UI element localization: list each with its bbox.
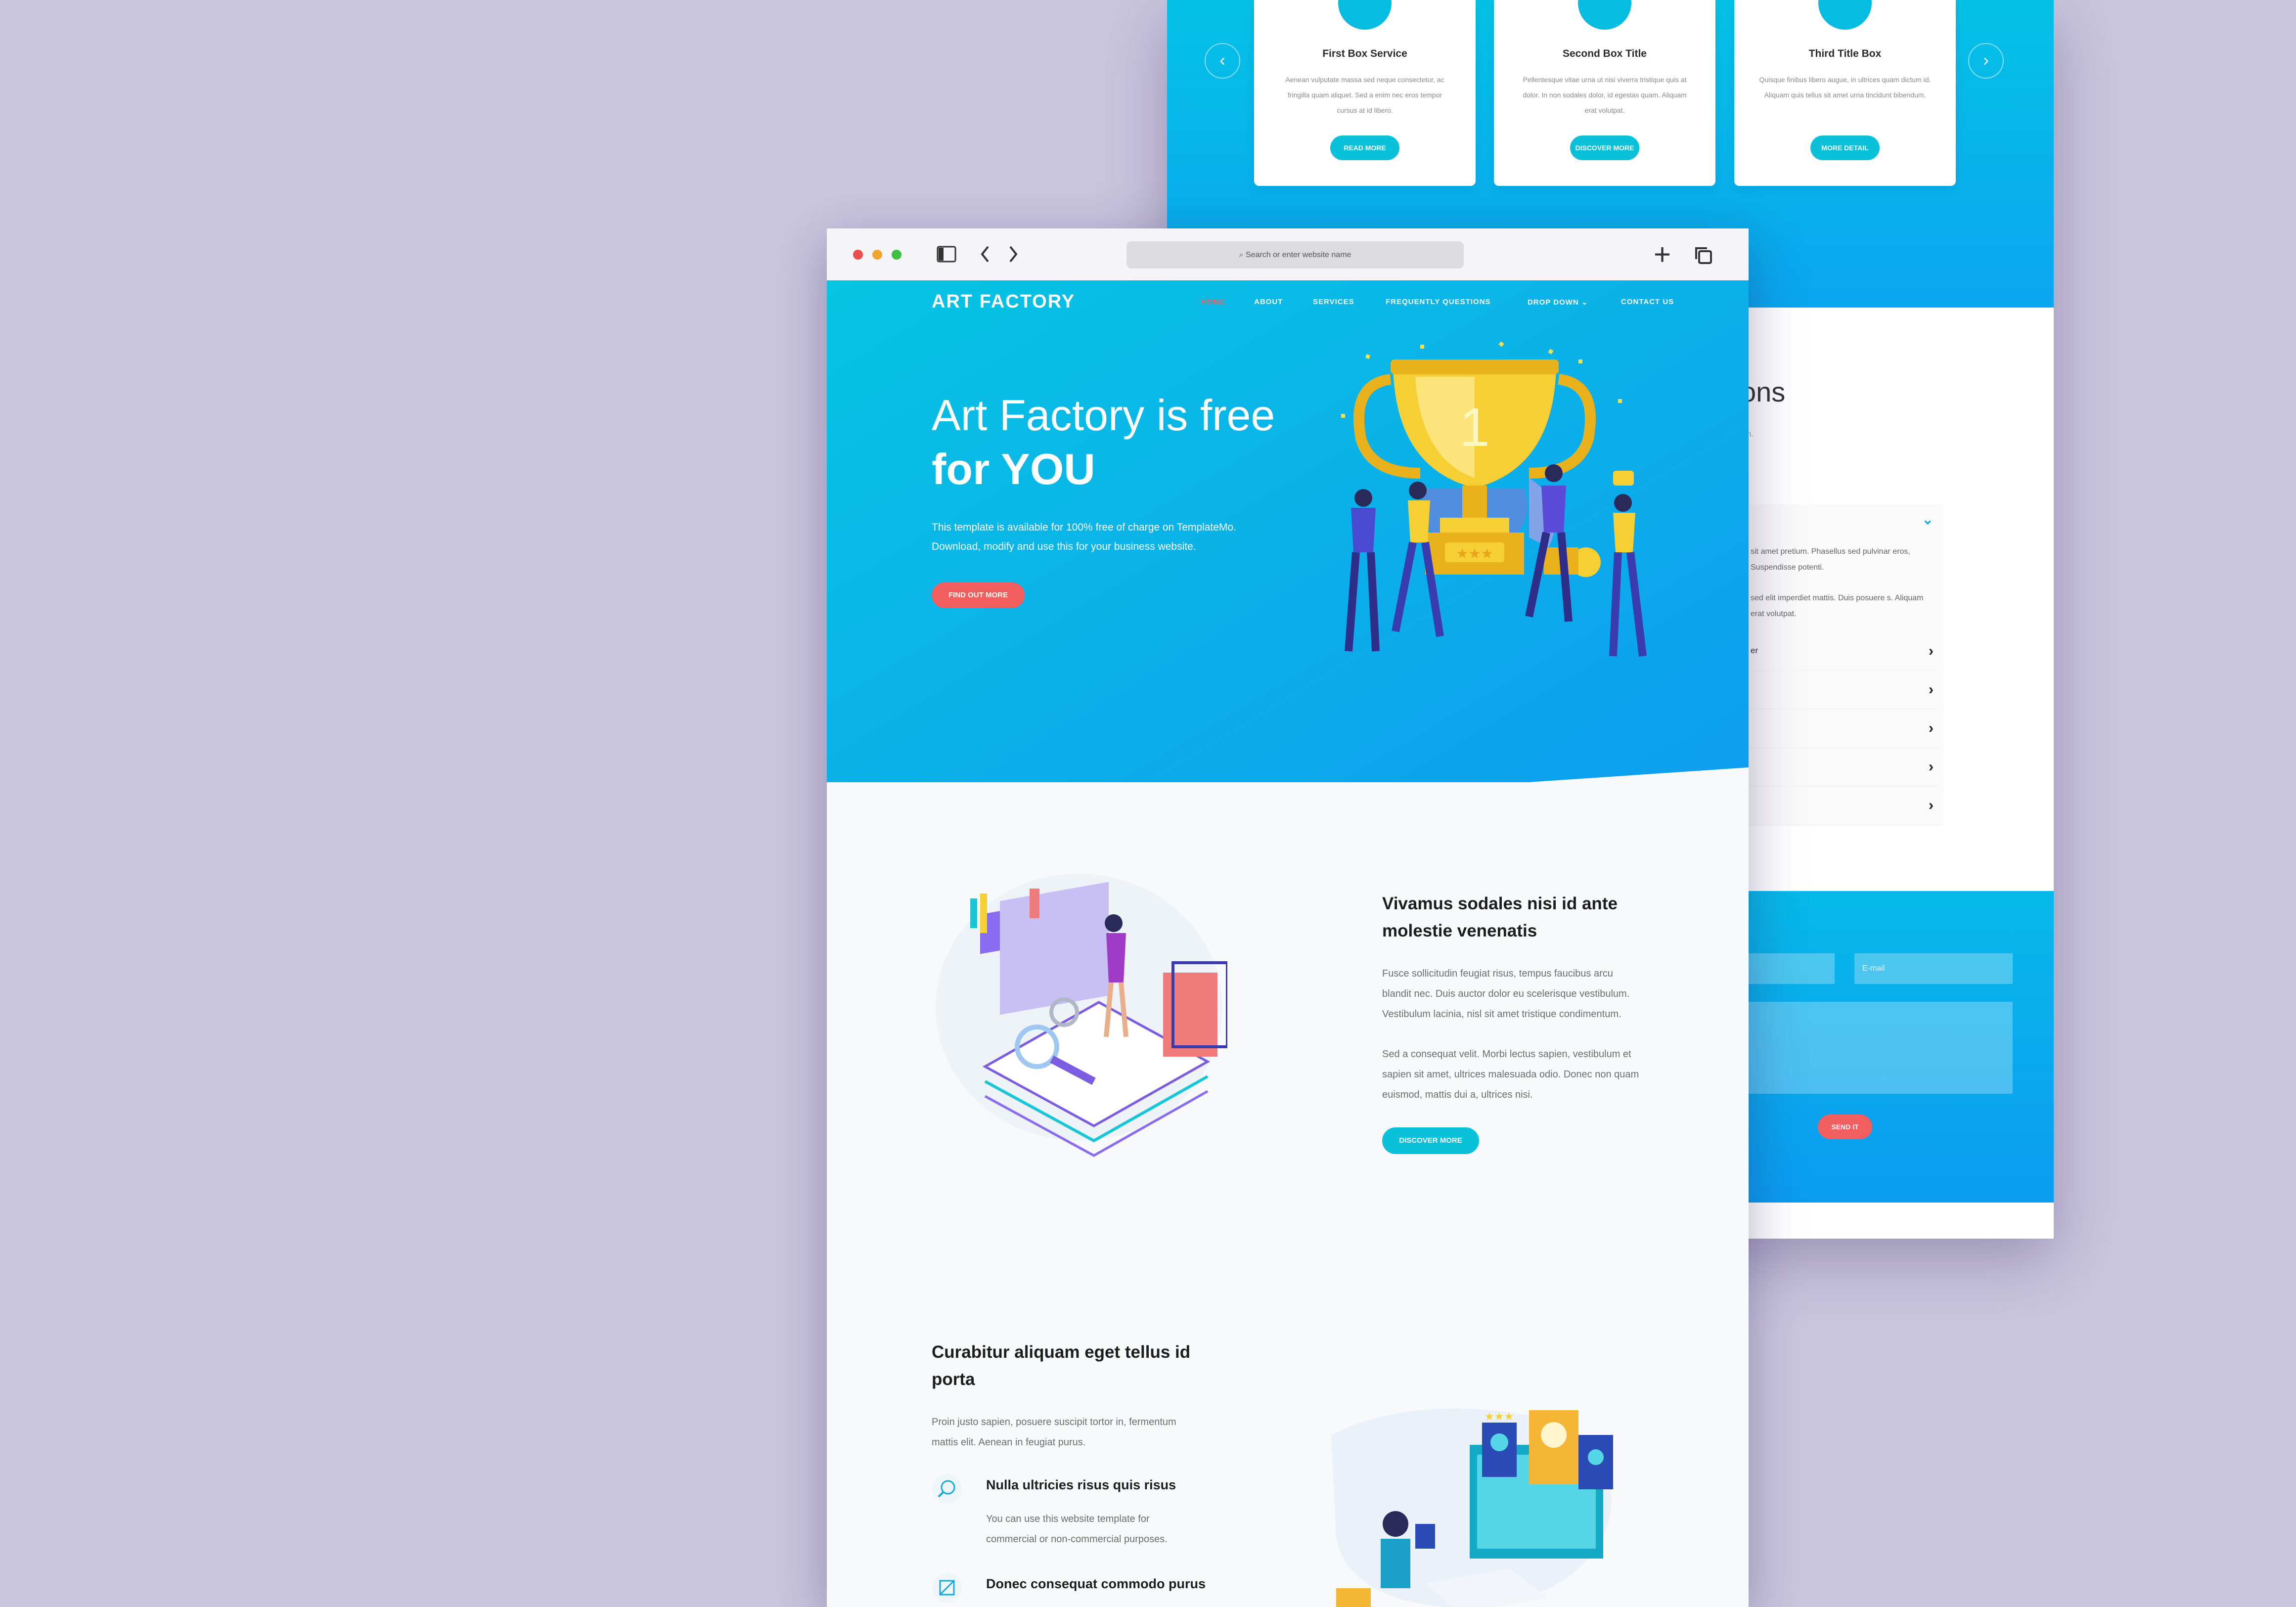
section-heading: porta <box>932 1370 975 1389</box>
magnifier-icon <box>932 1474 962 1504</box>
back-arrow-icon[interactable] <box>979 245 991 264</box>
chevron-right-icon: › <box>1929 759 1934 775</box>
logo[interactable]: ART FACTORY <box>932 291 1075 312</box>
sidebar-icon[interactable] <box>937 246 956 263</box>
section-heading: molestie venenatis <box>1382 921 1537 940</box>
trophy-illustration: ★★★ 1 <box>1341 341 1647 657</box>
carousel-next-button[interactable]: › <box>1968 43 2004 79</box>
service-description: Aenean vulputate massa sed neque consect… <box>1285 76 1444 114</box>
paragraph-line: mattis elit. Aenean in feugiat purus. <box>932 1437 1086 1448</box>
nav-contact-us[interactable]: CONTACT US <box>1621 298 1674 306</box>
trophy-stars: ★★★ <box>1456 546 1493 561</box>
hero-title-line1: Art Factory is free <box>932 391 1275 440</box>
service-title: First Box Service <box>1322 48 1407 59</box>
hero-text: Download, modify and use this for your b… <box>932 541 1196 552</box>
section-heading: Vivamus sodales nisi id ante <box>1382 894 1618 913</box>
new-tab-icon[interactable]: + <box>1654 237 1671 271</box>
feature-title: Donec consequat commodo purus <box>986 1576 1206 1591</box>
service-icon <box>1578 0 1631 30</box>
chevron-right-icon: › <box>1929 797 1934 813</box>
close-dot[interactable] <box>853 250 863 260</box>
discover-more-button[interactable]: DISCOVER MORE <box>1570 135 1639 160</box>
trophy-number: 1 <box>1459 397 1489 458</box>
carousel-prev-button[interactable]: ‹ <box>1205 43 1240 79</box>
faq-answer: sed elit imperdiet mattis. Duis posuere … <box>1751 594 1924 618</box>
analytics-illustration <box>936 874 1227 1157</box>
service-icon <box>1818 0 1872 30</box>
hero-text: This template is available for 100% free… <box>932 522 1236 533</box>
more-detail-button[interactable]: MORE DETAIL <box>1810 135 1880 160</box>
browser-toolbar: ⌕ Search or enter website name + <box>827 228 1749 281</box>
address-bar[interactable]: ⌕ Search or enter website name <box>1126 241 1464 268</box>
tabs-overview-icon[interactable] <box>1693 245 1713 265</box>
faq-answer: sit amet pretium. Phasellus sed pulvinar… <box>1751 547 1910 572</box>
forward-arrow-icon[interactable] <box>1007 245 1019 264</box>
caret-down-icon: ⌄ <box>1581 298 1588 307</box>
feature-text: commercial or non-commercial purposes. <box>986 1534 1168 1545</box>
search-icon: ⌕ <box>1239 251 1246 259</box>
minimize-dot[interactable] <box>872 250 882 260</box>
faq-row[interactable]: › <box>1751 748 1938 787</box>
paragraph-line: sapien sit amet, ultrices malesuada odio… <box>1382 1069 1639 1080</box>
find-out-more-button[interactable]: FIND OUT MORE <box>932 582 1025 608</box>
service-card: Third Title Box Quisque finibus libero a… <box>1734 0 1956 186</box>
chevron-right-icon: › <box>1929 643 1934 659</box>
nav-home[interactable]: HOME <box>1201 298 1225 306</box>
address-placeholder: Search or enter website name <box>1245 251 1351 259</box>
maximize-dot[interactable] <box>892 250 901 260</box>
paragraph-line: Sed a consequat velit. Morbi lectus sapi… <box>1382 1049 1631 1060</box>
feature-title: Nulla ultricies risus quis risus <box>986 1477 1176 1492</box>
faq-row[interactable]: › <box>1751 632 1938 671</box>
section-heading: Curabitur aliquam eget tellus id <box>932 1342 1191 1362</box>
paragraph-line: euismod, mattis dui a, ultrices nisi. <box>1382 1089 1533 1100</box>
browser-window: ⌕ Search or enter website name + ART FAC… <box>827 228 1749 1607</box>
chevron-right-icon: › <box>1929 720 1934 736</box>
paragraph-line: Fusce sollicitudin feugiat risus, tempus… <box>1382 968 1613 979</box>
rating-stars: ★★★ <box>1485 1410 1514 1423</box>
service-card: Second Box Title Pellentesque vitae urna… <box>1494 0 1715 186</box>
service-description: Quisque finibus libero augue, in ultrice… <box>1759 76 1931 99</box>
hero-title-line2: for YOU <box>932 445 1095 493</box>
nav-frequently-questions[interactable]: FREQUENTLY QUESTIONS <box>1386 298 1491 306</box>
nav-drop-down[interactable]: DROP DOWN ⌄ <box>1528 298 1588 307</box>
service-card: First Box Service Aenean vulputate massa… <box>1254 0 1476 186</box>
nav-services[interactable]: SERVICES <box>1313 298 1354 306</box>
service-title: Second Box Title <box>1563 48 1647 59</box>
read-more-button[interactable]: READ MORE <box>1330 135 1399 160</box>
paragraph-line: Vestibulum lacinia, nisl sit amet tristi… <box>1382 1009 1621 1020</box>
faq-row[interactable]: › <box>1751 709 1938 748</box>
reviews-illustration: ★★★ <box>1331 1408 1613 1607</box>
paragraph-line: blandit nec. Duis auctor dolor eu sceler… <box>1382 988 1630 999</box>
feature-text: You can use this website template for <box>986 1514 1150 1524</box>
service-icon <box>1338 0 1392 30</box>
chevron-right-icon: › <box>1929 681 1934 698</box>
nav-about[interactable]: ABOUT <box>1254 298 1283 306</box>
photo-icon <box>932 1573 962 1603</box>
send-button[interactable]: SEND IT <box>1818 1115 1872 1139</box>
message-field[interactable] <box>1711 1002 2013 1094</box>
email-field[interactable]: E-mail <box>1854 953 2013 984</box>
faq-row[interactable]: › <box>1751 670 1938 710</box>
discover-more-button[interactable]: DISCOVER MORE <box>1382 1127 1479 1154</box>
service-title: Third Title Box <box>1808 48 1882 59</box>
chevron-down-icon[interactable]: ⌄ <box>1922 511 1934 528</box>
faq-row[interactable]: › <box>1751 786 1938 825</box>
service-description: Pellentesque vitae urna ut nisi viverra … <box>1523 76 1687 114</box>
paragraph-line: Proin justo sapien, posuere suscipit tor… <box>932 1417 1176 1428</box>
